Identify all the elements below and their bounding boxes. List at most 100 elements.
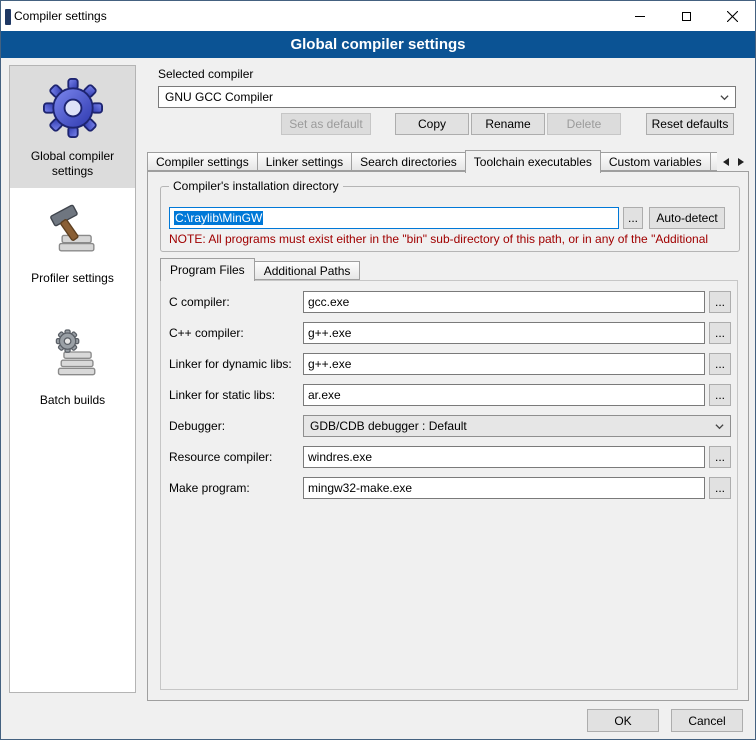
c-compiler-input[interactable] xyxy=(303,291,705,313)
toolchain-executables-panel: Compiler's installation directory C:\ray… xyxy=(147,171,749,701)
resource-compiler-browse-button[interactable]: ... xyxy=(709,446,731,468)
cpp-compiler-browse-button[interactable]: ... xyxy=(709,322,731,344)
sidebar-item-global-compiler-settings[interactable]: Global compiler settings xyxy=(10,66,135,188)
tab-linker-settings[interactable]: Linker settings xyxy=(257,152,352,171)
rename-button[interactable]: Rename xyxy=(471,113,545,135)
linker-static-browse-button[interactable]: ... xyxy=(709,384,731,406)
make-program-browse-button[interactable]: ... xyxy=(709,477,731,499)
close-button[interactable] xyxy=(709,1,755,31)
copy-button[interactable]: Copy xyxy=(395,113,469,135)
subtab-program-files[interactable]: Program Files xyxy=(160,258,255,281)
toolchain-subtab-bar: Program Files Additional Paths xyxy=(160,258,359,281)
make-program-input[interactable] xyxy=(303,477,705,499)
cpp-compiler-label: C++ compiler: xyxy=(169,322,244,344)
tab-build-options[interactable]: Buil xyxy=(710,152,717,171)
sidebar-item-profiler-settings[interactable]: Profiler settings xyxy=(10,188,135,310)
tab-label: Compiler settings xyxy=(156,155,249,169)
tab-toolchain-executables[interactable]: Toolchain executables xyxy=(465,150,601,173)
main-tab-bar: Compiler settings Linker settings Search… xyxy=(147,150,717,173)
ok-label: OK xyxy=(614,714,631,728)
install-dir-input[interactable]: C:\raylib\MinGW xyxy=(169,207,619,229)
auto-detect-label: Auto-detect xyxy=(656,211,717,225)
selected-compiler-dropdown[interactable]: GNU GCC Compiler xyxy=(158,86,736,108)
chevron-down-icon xyxy=(709,417,729,435)
linker-dynamic-browse-button[interactable]: ... xyxy=(709,353,731,375)
auto-detect-button[interactable]: Auto-detect xyxy=(649,207,725,229)
tab-scroll-right-icon xyxy=(738,158,744,166)
window-title: Compiler settings xyxy=(14,9,107,23)
linker-dynamic-label: Linker for dynamic libs: xyxy=(169,353,292,375)
dialog-header: Global compiler settings xyxy=(1,31,755,58)
tab-compiler-settings[interactable]: Compiler settings xyxy=(147,152,258,171)
ellipsis-icon: ... xyxy=(715,450,725,464)
install-dir-browse-button[interactable]: ... xyxy=(623,207,643,229)
delete-label: Delete xyxy=(567,117,602,131)
ellipsis-icon: ... xyxy=(715,357,725,371)
sidebar-item-batch-builds[interactable]: Batch builds xyxy=(10,310,135,432)
chevron-down-icon xyxy=(714,88,734,106)
ellipsis-icon: ... xyxy=(628,211,638,225)
make-program-label: Make program: xyxy=(169,477,250,499)
tab-label: Linker settings xyxy=(266,155,343,169)
subtab-label: Program Files xyxy=(170,263,245,277)
ellipsis-icon: ... xyxy=(715,295,725,309)
settings-sidebar: Global compiler settings Profiler settin… xyxy=(9,65,136,693)
set-as-default-label: Set as default xyxy=(289,117,362,131)
tab-search-directories[interactable]: Search directories xyxy=(351,152,466,171)
resource-compiler-input[interactable] xyxy=(303,446,705,468)
installation-directory-groupbox: Compiler's installation directory C:\ray… xyxy=(160,186,740,252)
reset-defaults-label: Reset defaults xyxy=(652,117,729,131)
linker-static-input[interactable] xyxy=(303,384,705,406)
tab-scroll-left-icon xyxy=(723,158,729,166)
c-compiler-browse-button[interactable]: ... xyxy=(709,291,731,313)
cancel-button[interactable]: Cancel xyxy=(671,709,743,732)
rename-label: Rename xyxy=(485,117,530,131)
dialog-header-title: Global compiler settings xyxy=(290,36,465,53)
tab-custom-variables[interactable]: Custom variables xyxy=(600,152,711,171)
cpp-compiler-input[interactable] xyxy=(303,322,705,344)
set-as-default-button: Set as default xyxy=(281,113,371,135)
linker-static-label: Linker for static libs: xyxy=(169,384,275,406)
sidebar-item-label: Batch builds xyxy=(40,393,105,408)
resource-compiler-label: Resource compiler: xyxy=(169,446,272,468)
debugger-label: Debugger: xyxy=(169,415,225,437)
delete-button: Delete xyxy=(547,113,621,135)
window-icon xyxy=(5,9,11,25)
tab-label: Search directories xyxy=(360,155,457,169)
title-bar[interactable]: Compiler settings xyxy=(1,1,755,31)
program-files-page: C compiler: ... C++ compiler: ... Linker… xyxy=(160,280,738,690)
subtab-label: Additional Paths xyxy=(264,264,351,278)
c-compiler-label: C compiler: xyxy=(169,291,230,313)
hammer-profiler-icon xyxy=(41,198,105,262)
copy-label: Copy xyxy=(418,117,446,131)
ellipsis-icon: ... xyxy=(715,326,725,340)
bin-subdirectory-note: NOTE: All programs must exist either in … xyxy=(169,232,735,246)
debugger-value: GDB/CDB debugger : Default xyxy=(310,419,467,433)
ellipsis-icon: ... xyxy=(715,481,725,495)
tab-scroll-right-button[interactable] xyxy=(734,154,748,170)
compiler-settings-dialog: Compiler settings Global compiler settin… xyxy=(0,0,756,740)
minimize-icon xyxy=(635,16,645,17)
install-dir-selected-text: C:\raylib\MinGW xyxy=(174,211,263,225)
installation-directory-legend: Compiler's installation directory xyxy=(169,179,343,193)
blue-gear-icon xyxy=(41,76,105,140)
reset-defaults-button[interactable]: Reset defaults xyxy=(646,113,734,135)
sidebar-item-label: Profiler settings xyxy=(31,271,114,286)
linker-dynamic-input[interactable] xyxy=(303,353,705,375)
tab-label: Custom variables xyxy=(609,155,702,169)
tab-scroll-left-button[interactable] xyxy=(719,154,733,170)
sidebar-item-label: Global compiler settings xyxy=(14,149,131,179)
selected-compiler-label: Selected compiler xyxy=(158,67,253,81)
minimize-button[interactable] xyxy=(617,1,663,31)
maximize-icon xyxy=(682,12,691,21)
cancel-label: Cancel xyxy=(688,714,725,728)
maximize-button[interactable] xyxy=(663,1,709,31)
ok-button[interactable]: OK xyxy=(587,709,659,732)
debugger-dropdown[interactable]: GDB/CDB debugger : Default xyxy=(303,415,731,437)
subtab-additional-paths[interactable]: Additional Paths xyxy=(254,261,361,280)
selected-compiler-value: GNU GCC Compiler xyxy=(165,90,273,104)
ellipsis-icon: ... xyxy=(715,388,725,402)
gray-gears-icon xyxy=(41,320,105,384)
close-icon xyxy=(727,11,738,22)
tab-label: Toolchain executables xyxy=(474,155,592,169)
